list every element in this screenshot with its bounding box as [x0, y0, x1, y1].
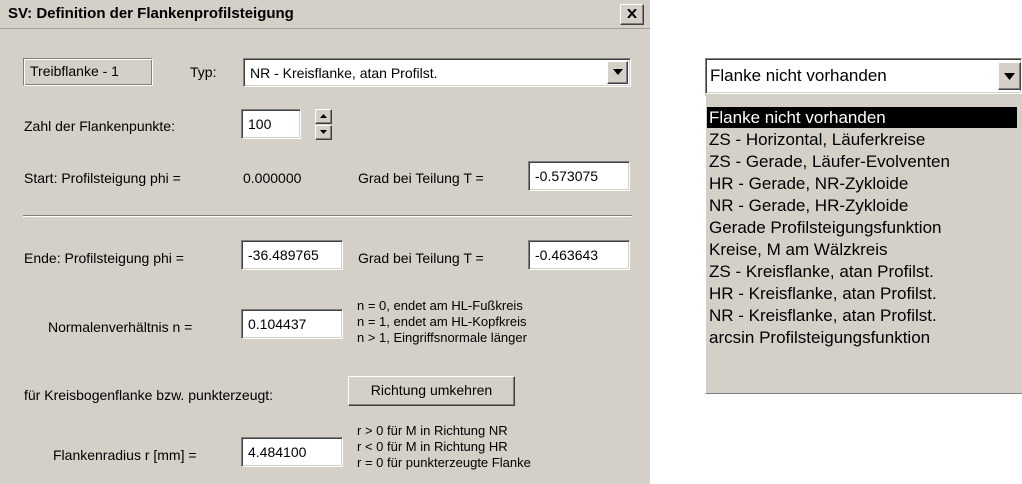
- type-label: Typ:: [190, 64, 217, 80]
- radius-note: r < 0 für M in Richtung HR: [357, 439, 508, 454]
- start-grad-value: -0.573075: [535, 168, 599, 184]
- title-bar[interactable]: SV: Definition der Flankenprofilsteigung: [0, 0, 650, 29]
- spin-up-button[interactable]: [315, 109, 332, 124]
- normal-ratio-note: n = 1, endet am HL-Kopfkreis: [357, 314, 527, 329]
- normal-ratio-value: 0.104437: [248, 316, 307, 332]
- type-select-value: NR - Kreisflanke, atan Profilst.: [250, 65, 438, 81]
- dropdown-option[interactable]: Gerade Profilsteigungsfunktion: [707, 217, 1017, 238]
- start-phi-value: 0.000000: [243, 170, 302, 186]
- radius-input[interactable]: 4.484100: [241, 437, 343, 467]
- chevron-down-icon: [1004, 73, 1015, 80]
- flank-label-box: Treibflanke - 1: [23, 58, 153, 86]
- type-select[interactable]: NR - Kreisflanke, atan Profilst.: [243, 58, 631, 87]
- points-value: 100: [248, 116, 272, 132]
- end-label: Ende: Profilsteigung phi =: [24, 250, 184, 266]
- flank-type-selected: Flanke nicht vorhanden: [710, 66, 887, 85]
- spin-up-icon: [320, 114, 327, 118]
- radius-value: 4.484100: [248, 444, 307, 460]
- close-icon: [627, 9, 637, 18]
- direction-label: für Kreisbogenflanke bzw. punkterzeugt:: [24, 387, 274, 403]
- start-grad-input[interactable]: -0.573075: [528, 161, 630, 191]
- end-grad-input[interactable]: -0.463643: [528, 240, 630, 270]
- radius-label: Flankenradius r [mm] =: [53, 447, 197, 463]
- points-label: Zahl der Flankenpunkte:: [24, 118, 175, 134]
- dropdown-option[interactable]: arcsin Profilsteigungsfunktion: [707, 327, 1017, 348]
- dropdown-option[interactable]: Kreise, M am Wälzkreis: [707, 239, 1017, 260]
- flank-label: Treibflanke - 1: [30, 63, 119, 79]
- dropdown-option[interactable]: NR - Kreisflanke, atan Profilst.: [707, 305, 1017, 326]
- dropdown-option[interactable]: Flanke nicht vorhanden: [707, 107, 1017, 128]
- reverse-direction-button[interactable]: Richtung umkehren: [348, 376, 515, 406]
- window-title: SV: Definition der Flankenprofilsteigung: [8, 5, 294, 22]
- dropdown-option[interactable]: HR - Gerade, NR-Zykloide: [707, 173, 1017, 194]
- dropdown-option[interactable]: NR - Gerade, HR-Zykloide: [707, 195, 1017, 216]
- dropdown-option[interactable]: ZS - Gerade, Läufer-Evolventen: [707, 151, 1017, 172]
- end-phi-value: -36.489765: [248, 247, 319, 263]
- normal-ratio-note: n > 1, Eingriffsnormale länger: [357, 330, 527, 345]
- end-grad-label: Grad bei Teilung T =: [358, 250, 484, 266]
- flank-type-dropdown-button[interactable]: [998, 62, 1021, 90]
- spin-down-icon: [320, 130, 327, 134]
- normal-ratio-label: Normalenverhältnis n =: [48, 319, 193, 335]
- end-phi-input[interactable]: -36.489765: [241, 240, 343, 270]
- radius-note: r = 0 für punkterzeugte Flanke: [357, 455, 531, 470]
- dropdown-option[interactable]: ZS - Kreisflanke, atan Profilst.: [707, 261, 1017, 282]
- dropdown-option[interactable]: ZS - Horizontal, Läuferkreise: [707, 129, 1017, 150]
- chevron-down-icon: [612, 69, 623, 75]
- type-dropdown-button[interactable]: [607, 61, 628, 84]
- radius-note: r > 0 für M in Richtung NR: [357, 423, 508, 438]
- normal-ratio-input[interactable]: 0.104437: [241, 309, 343, 339]
- end-grad-value: -0.463643: [535, 247, 599, 263]
- start-grad-label: Grad bei Teilung T =: [358, 170, 484, 186]
- separator-highlight: [23, 216, 632, 217]
- start-label: Start: Profilsteigung phi =: [24, 170, 181, 186]
- dropdown-option[interactable]: HR - Kreisflanke, atan Profilst.: [707, 283, 1017, 304]
- spin-down-button[interactable]: [315, 125, 332, 140]
- points-input[interactable]: 100: [241, 109, 301, 139]
- flank-type-select[interactable]: Flanke nicht vorhanden: [705, 58, 1022, 94]
- normal-ratio-note: n = 0, endet am HL-Fußkreis: [357, 298, 523, 313]
- close-button[interactable]: [620, 4, 644, 25]
- reverse-direction-button-label: Richtung umkehren: [370, 382, 493, 398]
